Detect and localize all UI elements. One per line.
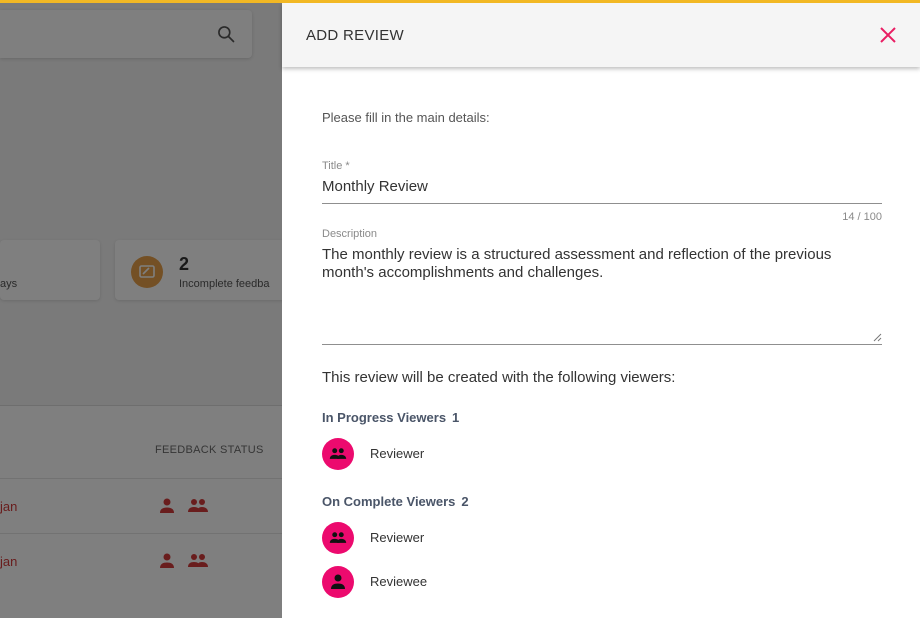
description-text: The monthly review is a structured asses… bbox=[322, 246, 832, 281]
avatar bbox=[322, 438, 354, 470]
group-icon bbox=[329, 448, 347, 459]
description-textarea[interactable]: The monthly review is a structured asses… bbox=[322, 246, 882, 345]
resize-handle-icon[interactable] bbox=[873, 333, 882, 342]
add-review-drawer: ADD REVIEW Please fill in the main detai… bbox=[282, 0, 920, 618]
group-label: On Complete Viewers bbox=[322, 494, 456, 509]
viewer-name: Reviewer bbox=[370, 446, 425, 461]
avatar bbox=[322, 522, 354, 554]
drawer-title: ADD REVIEW bbox=[306, 27, 405, 44]
viewer-name: Reviewee bbox=[370, 574, 428, 589]
on-complete-viewers-heading: On Complete Viewers 2 bbox=[322, 494, 469, 509]
drawer-header: ADD REVIEW bbox=[282, 3, 920, 67]
title-char-counter: 14 / 100 bbox=[842, 211, 882, 223]
viewer-name: Reviewer bbox=[370, 530, 425, 545]
group-count: 1 bbox=[452, 410, 460, 425]
title-input[interactable]: Monthly Review bbox=[322, 178, 882, 204]
group-label: In Progress Viewers bbox=[322, 410, 447, 425]
avatar bbox=[322, 566, 354, 598]
in-progress-viewers-heading: In Progress Viewers 1 bbox=[322, 410, 459, 425]
title-field-label: Title * bbox=[322, 160, 350, 172]
viewer-item: Reviewer bbox=[322, 522, 622, 554]
viewers-intro-text: This review will be created with the fol… bbox=[322, 369, 676, 386]
group-count: 2 bbox=[461, 494, 469, 509]
close-icon[interactable] bbox=[878, 25, 898, 45]
description-field-label: Description bbox=[322, 228, 378, 240]
form-intro-text: Please fill in the main details: bbox=[322, 110, 490, 125]
viewer-item: Reviewer bbox=[322, 438, 622, 470]
viewer-item: Reviewee bbox=[322, 566, 622, 598]
top-accent-bar bbox=[0, 0, 920, 3]
person-icon bbox=[331, 574, 345, 589]
group-icon bbox=[329, 532, 347, 543]
